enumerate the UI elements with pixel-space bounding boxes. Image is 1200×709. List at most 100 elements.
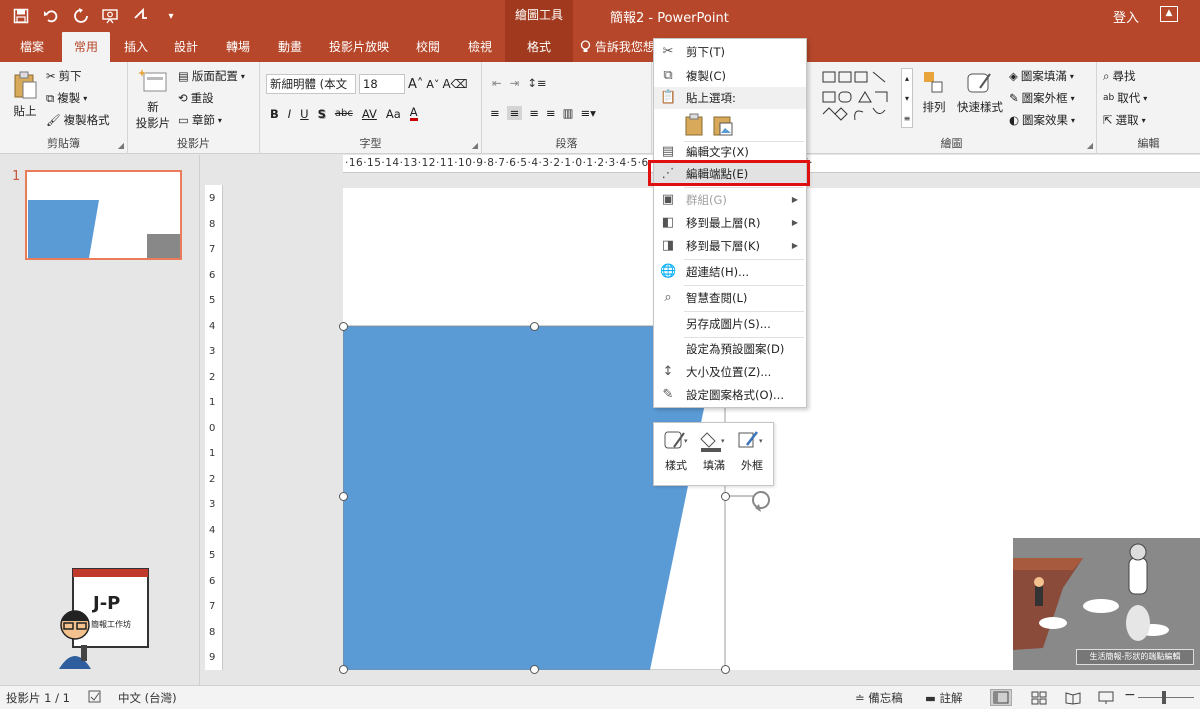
copy-button[interactable]: ⧉ 複製 ▾ — [46, 90, 87, 106]
tab-format[interactable]: 格式 — [505, 32, 573, 62]
justify-icon[interactable]: ≡ — [546, 106, 556, 120]
reset-button[interactable]: ⟲ 重設 — [178, 90, 214, 106]
find-button[interactable]: ⌕ 尋找 — [1103, 68, 1135, 84]
zoom-slider[interactable] — [1138, 697, 1194, 698]
zoom-slider-thumb[interactable] — [1162, 691, 1166, 704]
spelling-icon[interactable] — [88, 690, 102, 707]
paste-as-picture-icon[interactable] — [712, 113, 734, 140]
tab-file[interactable]: 檔案 — [14, 32, 50, 62]
tab-home[interactable]: 常用 — [62, 32, 110, 62]
shadow-button[interactable]: S — [318, 107, 326, 121]
menu-item-size-position[interactable]: ↕ 大小及位置(Z)... — [654, 361, 806, 383]
save-icon[interactable] — [10, 5, 32, 27]
dialog-launcher-icon[interactable]: ◢ — [1087, 141, 1093, 150]
layout-button[interactable]: ▤ 版面配置 ▾ — [178, 68, 245, 84]
mini-style-button[interactable]: ▾ 樣式 — [658, 429, 694, 473]
undo-icon[interactable] — [40, 5, 62, 27]
illustration-picture[interactable]: 生活簡報-形狀的端點編輯 — [1013, 538, 1200, 670]
columns-icon[interactable]: ▥ — [563, 106, 574, 120]
menu-item-smart-lookup[interactable]: ⌕ 智慧查閱(L) — [654, 287, 806, 309]
quick-styles-button[interactable]: 快速樣式 — [955, 70, 1005, 115]
comments-button[interactable]: ▬ 註解 — [925, 690, 963, 706]
menu-item-bring-to-front[interactable]: ◧ 移到最上層(R) ▶ — [654, 212, 806, 234]
paste-button[interactable]: 貼上 — [8, 70, 42, 119]
section-button[interactable]: ▭ 章節 ▾ — [178, 112, 222, 128]
select-button[interactable]: ⇱ 選取 ▾ — [1103, 112, 1146, 128]
touch-mode-icon[interactable] — [130, 5, 152, 27]
tab-review[interactable]: 校閱 — [410, 32, 446, 62]
shape-fill-button[interactable]: ◈ 圖案填滿 ▾ — [1009, 68, 1074, 84]
dialog-launcher-icon[interactable]: ◢ — [472, 141, 478, 150]
resize-handle[interactable] — [339, 665, 348, 674]
change-case-button[interactable]: Aa — [386, 107, 401, 121]
menu-item-hyperlink[interactable]: 🌐 超連結(H)... — [654, 261, 806, 283]
slideshow-view-icon[interactable] — [1095, 689, 1117, 706]
start-from-beginning-icon[interactable] — [100, 5, 122, 27]
decrease-indent-icon[interactable]: ⇤ — [492, 76, 502, 90]
redo-icon[interactable] — [70, 5, 92, 27]
resize-handle[interactable] — [339, 492, 348, 501]
tell-me-box[interactable]: 告訴我您想 — [580, 32, 655, 62]
tab-design[interactable]: 設計 — [168, 32, 204, 62]
arrange-button[interactable]: 排列 — [919, 70, 949, 115]
character-spacing-button[interactable]: AV — [362, 107, 377, 121]
mini-outline-button[interactable]: ▾ 外框 — [734, 429, 770, 473]
zoom-out-button[interactable]: − — [1124, 687, 1136, 703]
tab-view[interactable]: 檢視 — [462, 32, 498, 62]
font-name-combobox[interactable]: 新細明體 (本文 — [266, 74, 356, 94]
normal-view-icon[interactable] — [990, 689, 1012, 706]
clear-format-icon[interactable]: A⌫ — [442, 77, 467, 91]
italic-button[interactable]: I — [288, 107, 291, 121]
line-spacing-icon[interactable]: ↕≡ — [527, 76, 546, 90]
menu-item-copy[interactable]: ⧉ 複製(C) — [654, 65, 806, 87]
menu-item-format-shape[interactable]: ✎ 設定圖案格式(O)... — [654, 384, 806, 406]
shape-effects-button[interactable]: ◐ 圖案效果 ▾ — [1009, 112, 1075, 128]
tab-slideshow[interactable]: 投影片放映 — [326, 32, 392, 62]
new-slide-button[interactable]: 新 投影片 — [132, 68, 174, 131]
menu-item-send-to-back[interactable]: ◨ 移到最下層(K) ▶ — [654, 235, 806, 257]
resize-handle[interactable] — [530, 322, 539, 331]
resize-handle[interactable] — [339, 322, 348, 331]
align-right-icon[interactable]: ≡ — [529, 106, 539, 120]
ribbon-display-options-icon[interactable]: ▲ — [1160, 6, 1178, 22]
reading-view-icon[interactable] — [1062, 689, 1084, 706]
shapes-gallery[interactable] — [813, 68, 913, 128]
paste-keep-format-icon[interactable] — [684, 113, 706, 140]
bold-button[interactable]: B — [270, 107, 279, 121]
format-painter-button[interactable]: 🖌 複製格式 — [46, 112, 110, 128]
align-left-icon[interactable]: ≡ — [490, 106, 500, 120]
language-indicator[interactable]: 中文 (台灣) — [118, 690, 177, 706]
notes-button[interactable]: ≐ 備忘稿 — [855, 690, 903, 706]
align-center-icon[interactable]: ≡ — [506, 106, 523, 120]
shape-outline-button[interactable]: ✎ 圖案外框 ▾ — [1009, 90, 1075, 106]
underline-button[interactable]: U — [300, 107, 308, 121]
grow-font-icon[interactable]: A˄ — [408, 77, 423, 92]
menu-item-group[interactable]: ▣ 群組(G) ▶ — [654, 189, 806, 211]
resize-handle[interactable] — [530, 665, 539, 674]
replace-button[interactable]: ab 取代 ▾ — [1103, 90, 1147, 106]
resize-handle[interactable] — [721, 492, 730, 501]
menu-item-label: 超連結(H)... — [686, 265, 750, 279]
dialog-launcher-icon[interactable]: ◢ — [118, 141, 124, 150]
menu-item-set-default-shape[interactable]: 設定為預設圖案(D) — [654, 338, 806, 360]
resize-handle[interactable] — [721, 665, 730, 674]
font-color-button[interactable]: A — [409, 106, 418, 121]
text-direction-icon[interactable]: ≡▾ — [580, 106, 595, 120]
mini-fill-button[interactable]: ▾ 填滿 — [696, 429, 732, 473]
customize-qat-icon[interactable]: ▾ — [160, 5, 182, 27]
increase-indent-icon[interactable]: ⇥ — [510, 76, 520, 90]
tab-animations[interactable]: 動畫 — [272, 32, 308, 62]
menu-item-cut[interactable]: ✂ 剪下(T) — [654, 41, 806, 63]
menu-item-save-as-picture[interactable]: 另存成圖片(S)... — [654, 313, 806, 335]
shapes-gallery-scroll[interactable]: ▴ ▾ ≡ — [901, 68, 913, 128]
tab-insert[interactable]: 插入 — [118, 32, 154, 62]
slide-thumbnail[interactable] — [25, 170, 182, 260]
tab-transitions[interactable]: 轉場 — [220, 32, 256, 62]
shrink-font-icon[interactable]: A˅ — [426, 78, 439, 91]
strikethrough-button[interactable]: abc — [335, 108, 353, 119]
slide-sorter-view-icon[interactable] — [1028, 689, 1050, 706]
cut-button[interactable]: ✂ 剪下 — [46, 68, 82, 84]
rotate-handle-icon[interactable] — [752, 491, 770, 512]
font-size-combobox[interactable]: 18 — [359, 74, 405, 94]
sign-in-link[interactable]: 登入 — [1113, 7, 1139, 26]
